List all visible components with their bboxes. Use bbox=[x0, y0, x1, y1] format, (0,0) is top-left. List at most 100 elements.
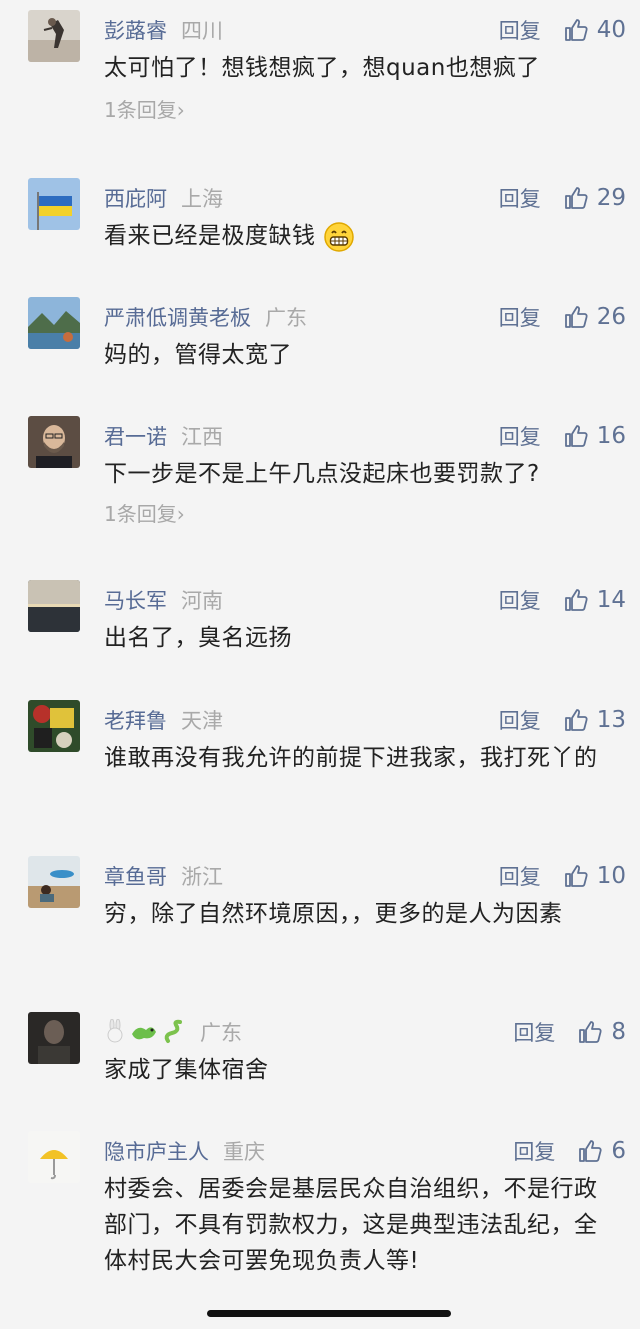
commenter-name[interactable]: 老拜鲁 bbox=[104, 705, 167, 735]
commenter-region: 广东 bbox=[200, 1021, 242, 1045]
avatar-sunset-sea-image bbox=[28, 580, 80, 632]
avatar-yellow-umbrella-image bbox=[28, 1131, 80, 1183]
avatar[interactable] bbox=[28, 297, 80, 349]
comment-meta: 西庇阿 上海 bbox=[104, 180, 223, 216]
avatar-dancer-image bbox=[28, 10, 80, 62]
commenter-name[interactable]: 严肃低调黄老板 bbox=[104, 302, 251, 332]
comment-text: 看来已经是极度缺钱 bbox=[104, 218, 618, 254]
comment-actions: 回复 29 bbox=[499, 178, 626, 218]
commenter-name[interactable]: 彭蕗睿 bbox=[104, 15, 167, 45]
thumbs-up-icon bbox=[564, 425, 588, 447]
view-replies-link[interactable]: 1条回复› bbox=[104, 498, 185, 527]
reply-button[interactable]: 回复 bbox=[499, 15, 541, 45]
like-button[interactable]: 14 bbox=[563, 587, 626, 613]
commenter-name[interactable]: 隐市庐主人 bbox=[104, 1136, 209, 1166]
avatar[interactable] bbox=[28, 178, 80, 230]
reply-button[interactable]: 回复 bbox=[499, 302, 541, 332]
like-count: 14 bbox=[596, 587, 626, 613]
comment-actions: 回复 26 bbox=[499, 297, 626, 337]
comment-text-body: 看来已经是极度缺钱 bbox=[104, 223, 316, 249]
reply-button[interactable]: 回复 bbox=[513, 1136, 555, 1166]
like-count: 8 bbox=[611, 1019, 626, 1045]
like-count: 40 bbox=[596, 17, 626, 43]
comment-meta: 广东 bbox=[104, 1014, 242, 1050]
thumbs-up-icon bbox=[564, 306, 588, 328]
commenter-region: 浙江 bbox=[181, 865, 223, 889]
comment-actions: 回复 8 bbox=[513, 1012, 626, 1052]
comment-meta: 隐市庐主人 重庆 bbox=[104, 1133, 265, 1169]
like-count: 6 bbox=[611, 1138, 626, 1164]
commenter-name[interactable]: 君一诺 bbox=[104, 421, 167, 451]
commenter-region: 广东 bbox=[265, 306, 307, 330]
like-count: 29 bbox=[596, 185, 626, 211]
chevron-right-icon: › bbox=[176, 98, 185, 122]
comment-actions: 回复 16 bbox=[499, 416, 626, 456]
comment-actions: 回复 10 bbox=[499, 856, 626, 896]
comment-actions: 回复 14 bbox=[499, 580, 626, 620]
comment-text: 妈的，管得太宽了 bbox=[104, 342, 292, 368]
like-count: 10 bbox=[596, 863, 626, 889]
like-button[interactable]: 29 bbox=[563, 185, 626, 211]
avatar[interactable] bbox=[28, 1012, 80, 1064]
avatar[interactable] bbox=[28, 856, 80, 908]
like-button[interactable]: 13 bbox=[563, 707, 626, 733]
like-button[interactable]: 40 bbox=[563, 17, 626, 43]
reply-button[interactable]: 回复 bbox=[499, 705, 541, 735]
avatar[interactable] bbox=[28, 1131, 80, 1183]
reply-button[interactable]: 回复 bbox=[499, 183, 541, 213]
like-count: 26 bbox=[596, 304, 626, 330]
like-button[interactable]: 16 bbox=[563, 423, 626, 449]
snake-emoji-icon bbox=[164, 1019, 182, 1043]
avatar-beach-image bbox=[28, 856, 80, 908]
like-button[interactable]: 6 bbox=[577, 1138, 626, 1164]
like-button[interactable]: 8 bbox=[577, 1019, 626, 1045]
comment-text: 村委会、居委会是基层民众自治组织，不是行政部门，不具有罚款权力，这是典型违法乱纪… bbox=[104, 1176, 598, 1274]
view-replies-link[interactable]: 1条回复› bbox=[104, 94, 185, 123]
view-replies-label: 1条回复 bbox=[104, 98, 177, 122]
reply-button[interactable]: 回复 bbox=[513, 1017, 555, 1047]
thumbs-up-icon bbox=[564, 709, 588, 731]
comment-meta: 彭蕗睿 四川 bbox=[104, 12, 223, 48]
comment-actions: 回复 6 bbox=[513, 1131, 626, 1171]
rabbit-emoji-icon bbox=[107, 1019, 123, 1043]
thumbs-up-icon bbox=[564, 589, 588, 611]
comment-meta: 章鱼哥 浙江 bbox=[104, 858, 223, 894]
home-indicator[interactable] bbox=[207, 1310, 451, 1317]
chevron-right-icon: › bbox=[176, 502, 185, 526]
comment-actions: 回复 13 bbox=[499, 700, 626, 740]
comment-meta: 老拜鲁 天津 bbox=[104, 702, 223, 738]
dragon-emoji-icon bbox=[132, 1027, 156, 1040]
avatar-painting-image bbox=[28, 700, 80, 752]
comment-text: 出名了，臭名远扬 bbox=[104, 625, 292, 651]
commenter-name[interactable]: 马长军 bbox=[104, 585, 167, 615]
reply-button[interactable]: 回复 bbox=[499, 421, 541, 451]
grinning-face-emoji-icon bbox=[324, 221, 355, 252]
like-button[interactable]: 26 bbox=[563, 304, 626, 330]
commenter-region: 江西 bbox=[181, 425, 223, 449]
commenter-name[interactable]: 章鱼哥 bbox=[104, 861, 167, 891]
avatar[interactable] bbox=[28, 580, 80, 632]
thumbs-up-icon bbox=[564, 865, 588, 887]
comment-meta: 严肃低调黄老板 广东 bbox=[104, 299, 307, 335]
avatar-ukraine-flag-image bbox=[28, 178, 80, 230]
commenter-region: 河南 bbox=[181, 589, 223, 613]
commenter-name[interactable]: 西庇阿 bbox=[104, 183, 167, 213]
avatar[interactable] bbox=[28, 700, 80, 752]
like-count: 13 bbox=[596, 707, 626, 733]
thumbs-up-icon bbox=[579, 1140, 602, 1162]
thumbs-up-icon bbox=[564, 187, 588, 209]
comment-text: 下一步是不是上午几点没起床也要罚款了? bbox=[104, 461, 540, 487]
avatar[interactable] bbox=[28, 416, 80, 468]
comment-text: 家成了集体宿舍 bbox=[104, 1057, 269, 1083]
reply-button[interactable]: 回复 bbox=[499, 585, 541, 615]
comment-actions: 回复 40 bbox=[499, 10, 626, 50]
commenter-region: 重庆 bbox=[223, 1140, 265, 1164]
avatar[interactable] bbox=[28, 10, 80, 62]
thumbs-up-icon bbox=[564, 19, 588, 41]
like-button[interactable]: 10 bbox=[563, 863, 626, 889]
commenter-name-emoji[interactable] bbox=[104, 1019, 186, 1045]
reply-button[interactable]: 回复 bbox=[499, 861, 541, 891]
comment-meta: 君一诺 江西 bbox=[104, 418, 223, 454]
like-count: 16 bbox=[596, 423, 626, 449]
thumbs-up-icon bbox=[579, 1021, 602, 1043]
